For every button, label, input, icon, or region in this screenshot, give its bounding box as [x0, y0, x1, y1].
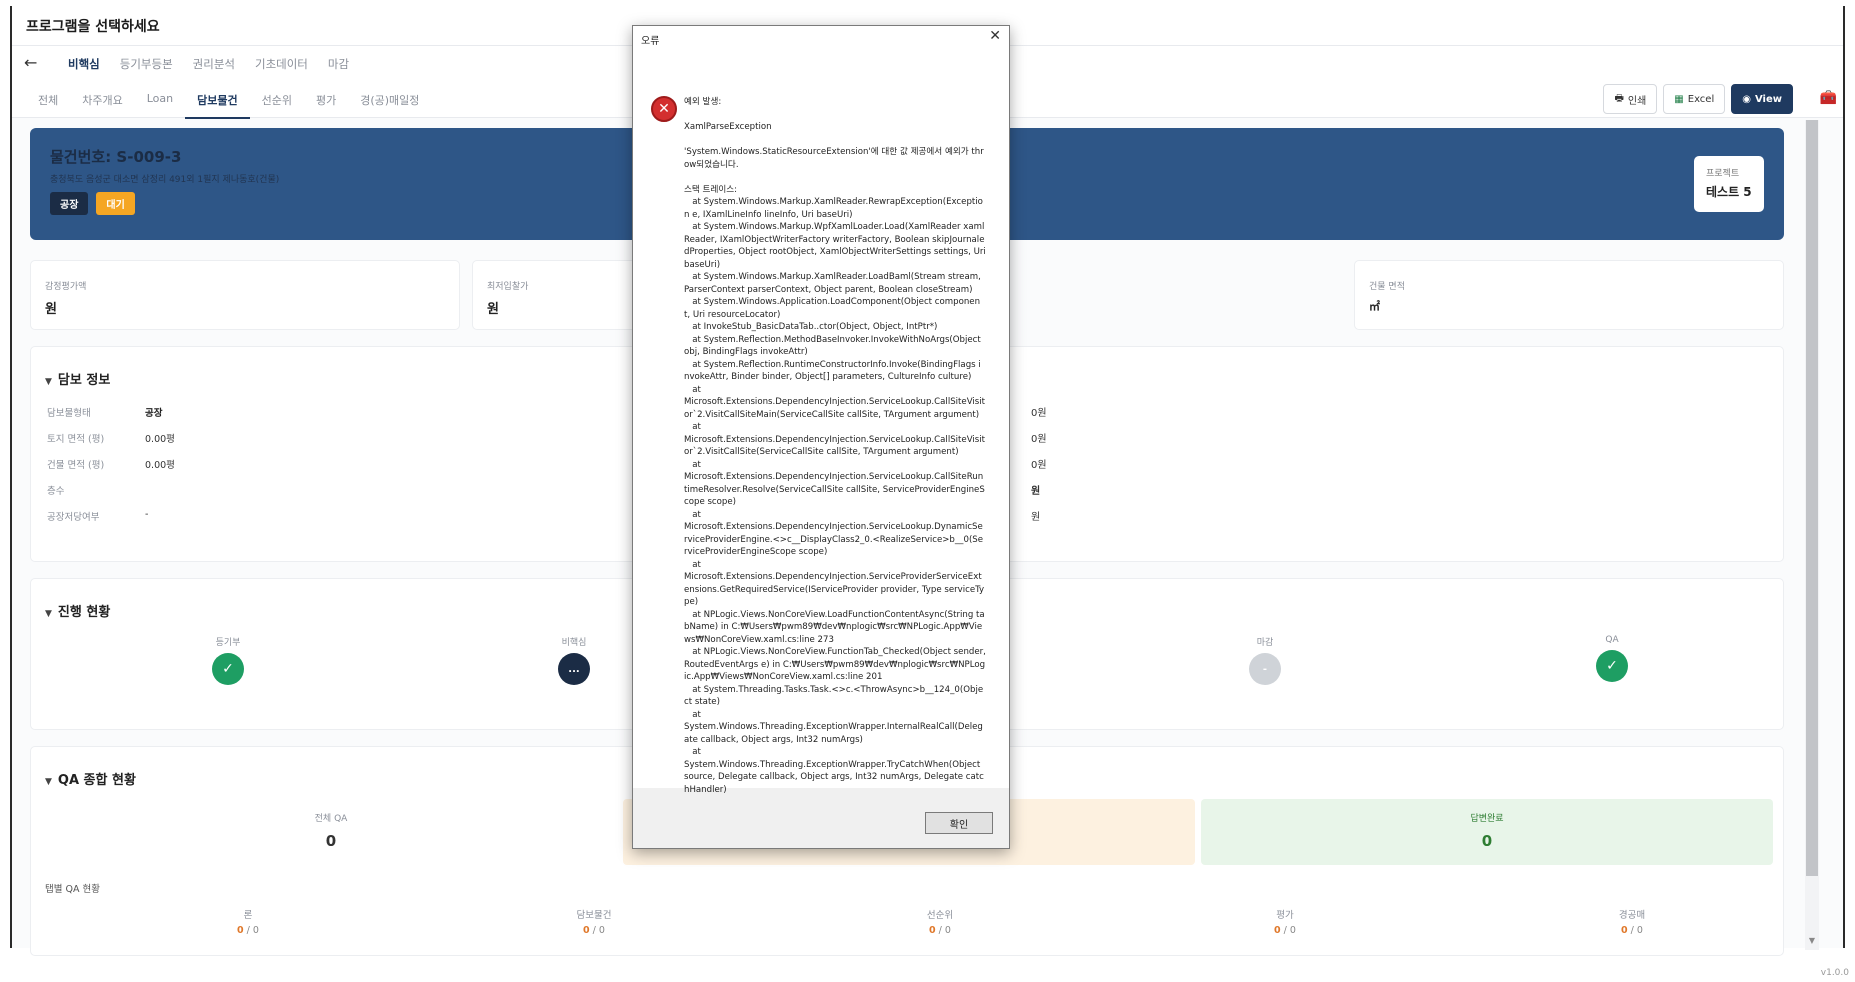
metric-label: 건물 면적 [1369, 282, 1405, 292]
tab-rights-analysis[interactable]: 권리분석 [183, 56, 245, 82]
tab-base-data[interactable]: 기초데이터 [245, 56, 318, 82]
metric-value: 원 [45, 302, 57, 317]
tab-registry[interactable]: 등기부등본 [110, 56, 183, 82]
property-type-badge: 공장 [50, 192, 89, 215]
scroll-down-arrow-icon[interactable]: ▼ [1805, 936, 1819, 950]
subtab-collateral[interactable]: 담보물건 [185, 88, 250, 119]
tab-noncore[interactable]: 비핵심 [58, 56, 110, 82]
vertical-scrollbar[interactable]: ▼ [1805, 120, 1819, 950]
tab-qa-item: 평가 0 / 0 [1274, 910, 1296, 936]
amount-value: 원 [1031, 512, 1041, 523]
subtab-borrower[interactable]: 차주개요 [70, 88, 134, 119]
printer-icon: 🖶 [1614, 92, 1624, 104]
metric-building-area: 건물 면적 ㎡ [1354, 260, 1784, 330]
check-icon: ✓ [212, 653, 244, 685]
print-button[interactable]: 🖶 인쇄 [1603, 84, 1658, 114]
pending-icon: - [1249, 653, 1281, 685]
caret-down-icon: ▼ [45, 777, 52, 787]
error-icon: ✕ [651, 96, 677, 122]
collateral-section-title[interactable]: ▼ 담보 정보 [45, 369, 110, 388]
caret-down-icon: ▼ [45, 377, 52, 387]
progress-section-title[interactable]: ▼ 진행 현황 [45, 601, 110, 620]
metric-label: 감정평가액 [45, 282, 87, 292]
project-label: 프로젝트 [1706, 169, 1740, 179]
project-value: 테스트 5 [1706, 185, 1752, 199]
scrollbar-thumb[interactable] [1806, 120, 1818, 876]
tab-closing[interactable]: 마감 [318, 56, 359, 82]
property-address: 충청북도 음성군 대소면 삼정리 491외 1필지 제나동호(건물) [50, 175, 280, 185]
tab-qa-item: 론 0 / 0 [237, 910, 259, 936]
error-message: 예외 발생: XamlParseException 'System.Window… [684, 97, 986, 795]
check-icon: ✓ [1596, 650, 1628, 682]
excel-button[interactable]: ▦ Excel [1663, 84, 1726, 114]
subtab-senior[interactable]: 선순위 [250, 88, 304, 119]
stage-closing: 마감 - [1225, 635, 1305, 685]
project-card: 프로젝트 테스트 5 [1694, 156, 1764, 212]
qa-section-title[interactable]: ▼ QA 종합 현황 [45, 769, 136, 788]
dialog-title-bar: 오류 ✕ [633, 26, 1009, 50]
error-dialog: 오류 ✕ ✕ 예외 발생: XamlParseException 'System… [632, 25, 1010, 849]
tab-qa-item: 선순위 0 / 0 [926, 910, 954, 936]
dialog-body: ✕ 예외 발생: XamlParseException 'System.Wind… [633, 50, 1009, 795]
amount-value: 0원 [1031, 408, 1047, 419]
tab-qa-item: 경공매 0 / 0 [1618, 910, 1646, 936]
in-progress-icon: ... [558, 653, 590, 685]
stage-qa: QA ✓ [1572, 635, 1652, 682]
dialog-title: 오류 [641, 36, 660, 47]
version-label: v1.0.0 [1820, 968, 1849, 978]
property-number: 물건번호: S-009-3 [50, 148, 182, 166]
ok-button[interactable]: 확인 [925, 812, 993, 834]
caret-down-icon: ▼ [45, 609, 52, 619]
tab-qa-item: 담보물건 0 / 0 [576, 910, 612, 936]
view-button[interactable]: ◉ View [1731, 84, 1793, 114]
toolbox-icon[interactable]: 🧰 [1820, 90, 1837, 106]
eye-icon: ◉ [1742, 93, 1751, 105]
amount-value: 원 [1031, 486, 1041, 497]
subtab-all[interactable]: 전체 [26, 88, 70, 119]
status-badge: 대기 [96, 192, 135, 215]
amount-value: 0원 [1031, 434, 1047, 445]
stage-registry: 등기부 ✓ [188, 635, 268, 685]
excel-icon: ▦ [1674, 93, 1684, 105]
amount-value: 0원 [1031, 460, 1047, 471]
window-title: 프로그램을 선택하세요 [26, 19, 160, 35]
qa-answered-card: 답변완료 0 [1201, 799, 1773, 865]
back-arrow-icon[interactable]: ← [24, 53, 37, 72]
close-icon[interactable]: ✕ [989, 28, 1001, 44]
subtab-loan[interactable]: Loan [135, 88, 185, 119]
subtab-valuation[interactable]: 평가 [304, 88, 348, 119]
subtab-auction-schedule[interactable]: 경(공)매일정 [348, 88, 431, 119]
metric-value: ㎡ [1369, 300, 1380, 313]
stage-noncore: 비핵심 ... [534, 635, 614, 685]
qa-total-card: 전체 QA 0 [314, 814, 348, 850]
tab-qa-title: 탭별 QA 현황 [45, 884, 100, 895]
metric-appraisal: 감정평가액 원 [30, 260, 460, 330]
